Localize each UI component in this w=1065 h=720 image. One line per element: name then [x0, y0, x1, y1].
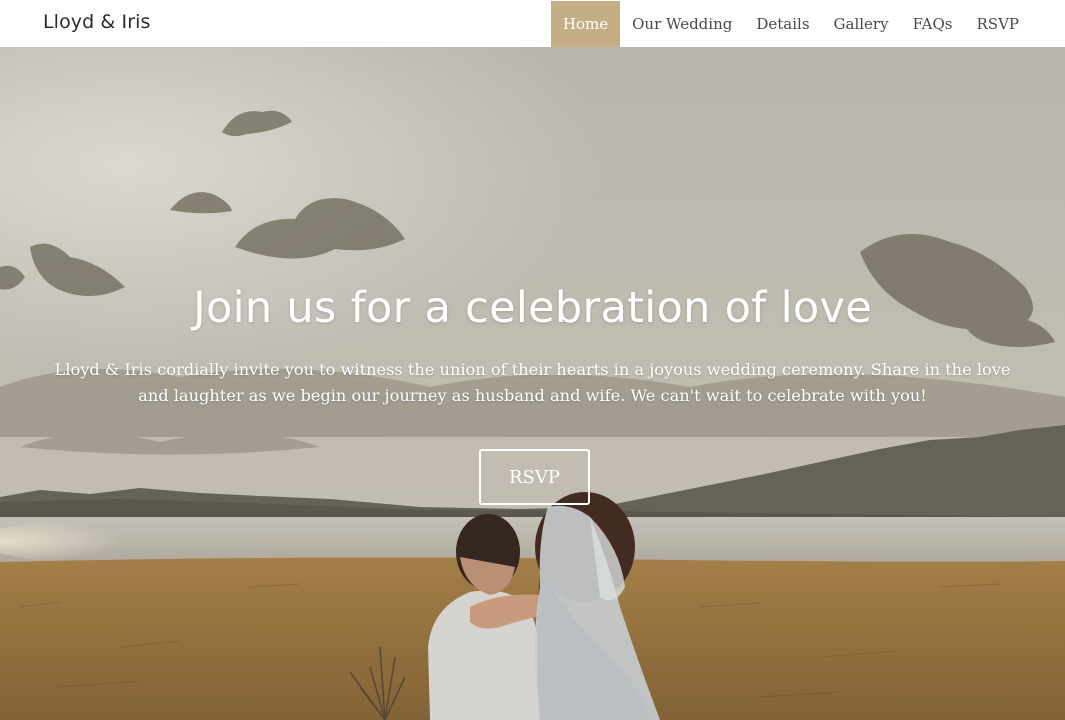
nav-item-our-wedding: Our Wedding — [620, 1, 744, 47]
nav-item-rsvp: RSVP — [965, 1, 1032, 47]
nav-link-faqs[interactable]: FAQs — [901, 1, 965, 47]
nav-link-gallery[interactable]: Gallery — [822, 1, 901, 47]
nav-link-our-wedding[interactable]: Our Wedding — [620, 1, 744, 47]
nav-link-home[interactable]: Home — [550, 1, 621, 47]
nav-link-rsvp[interactable]: RSVP — [965, 1, 1032, 47]
hero-section: Join us for a celebration of love Lloyd … — [0, 47, 1065, 720]
brand-logo[interactable]: Lloyd & Iris — [43, 11, 150, 33]
nav-item-gallery: Gallery — [822, 1, 901, 47]
navbar: Lloyd & Iris Home Our Wedding Details Ga… — [0, 0, 1065, 47]
hero-title: Join us for a celebration of love — [192, 283, 873, 333]
nav-item-home: Home — [550, 1, 621, 47]
rsvp-button[interactable]: RSVP — [479, 449, 590, 505]
nav-item-details: Details — [744, 1, 821, 47]
nav-item-faqs: FAQs — [901, 1, 965, 47]
nav-links: Home Our Wedding Details Gallery FAQs RS… — [550, 1, 1032, 47]
nav-link-details[interactable]: Details — [744, 1, 821, 47]
hero-description: Lloyd & Iris cordially invite you to wit… — [54, 360, 1011, 405]
